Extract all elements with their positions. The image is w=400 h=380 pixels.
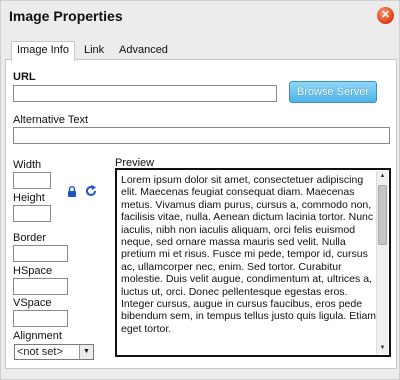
alignment-label: Alignment <box>13 330 62 342</box>
height-input[interactable] <box>13 205 51 222</box>
preview-text: Lorem ipsum dolor sit amet, consectetuer… <box>121 174 377 335</box>
url-label: URL <box>13 71 36 83</box>
tab-image-info[interactable]: Image Info <box>11 41 75 61</box>
dialog-title: Image Properties <box>9 8 123 24</box>
hspace-input[interactable] <box>13 278 68 295</box>
url-input[interactable] <box>13 85 277 102</box>
hspace-label: HSpace <box>13 265 53 277</box>
preview-scrollbar[interactable]: ▲ ▼ <box>376 171 388 354</box>
width-label: Width <box>13 159 42 171</box>
alignment-selected-value: <not set> <box>17 346 63 358</box>
height-label: Height <box>13 192 45 204</box>
alt-text-input[interactable] <box>13 127 390 144</box>
lock-icon[interactable] <box>67 186 77 197</box>
alt-text-label: Alternative Text <box>13 114 89 126</box>
reset-size-icon[interactable] <box>85 185 97 197</box>
image-properties-dialog: Image Properties ✕ Image Info Link Advan… <box>0 0 400 380</box>
close-icon: ✕ <box>380 9 391 21</box>
width-input[interactable] <box>13 172 51 189</box>
browse-server-button[interactable]: Browse Server <box>289 81 377 103</box>
border-input[interactable] <box>13 245 68 262</box>
chevron-down-icon: ▼ <box>79 345 93 359</box>
close-button[interactable]: ✕ <box>377 7 394 24</box>
scroll-up-arrow-icon[interactable]: ▲ <box>377 171 388 182</box>
scroll-down-arrow-icon[interactable]: ▼ <box>377 343 388 354</box>
scroll-thumb[interactable] <box>378 185 387 245</box>
image-info-panel: URL Browse Server Alternative Text Width… <box>5 59 397 369</box>
alignment-select[interactable]: <not set> ▼ <box>14 344 94 360</box>
vspace-input[interactable] <box>13 310 68 327</box>
preview-area[interactable]: Lorem ipsum dolor sit amet, consectetuer… <box>115 168 391 357</box>
dialog-titlebar[interactable]: Image Properties ✕ <box>1 1 399 33</box>
vspace-label: VSpace <box>13 297 52 309</box>
border-label: Border <box>13 232 47 244</box>
